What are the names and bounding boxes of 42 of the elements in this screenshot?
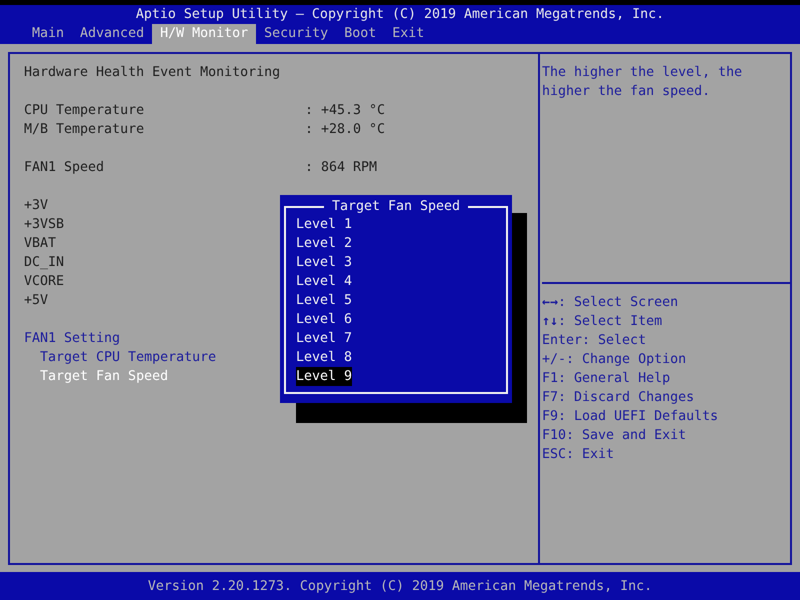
- info-label: +3VSB: [24, 216, 64, 234]
- level-option[interactable]: Level 2: [296, 234, 352, 253]
- key-hint: ←→: Select Screen: [542, 294, 678, 312]
- level-option[interactable]: Level 1: [296, 215, 352, 234]
- info-label: VCORE: [24, 273, 64, 291]
- key-hint: F9: Load UEFI Defaults: [542, 408, 718, 426]
- key-hint: F10: Save and Exit: [542, 427, 686, 445]
- reading-label: M/B Temperature: [24, 121, 146, 139]
- level-option[interactable]: Level 5: [296, 291, 352, 310]
- level-option[interactable]: Level 3: [296, 253, 352, 272]
- level-option[interactable]: Level 4: [296, 272, 352, 291]
- key-hint: Enter: Select: [542, 332, 646, 350]
- info-label: VBAT: [24, 235, 56, 253]
- menu-tab[interactable]: Main: [24, 24, 72, 44]
- info-label: +5V: [24, 292, 48, 310]
- reading-value: : +45.3 °C: [305, 102, 386, 120]
- help-text: The higher the level, the higher the fan speed.: [542, 64, 744, 101]
- menu-tab[interactable]: Security: [256, 24, 336, 44]
- level-option[interactable]: Level 7: [296, 329, 352, 348]
- reading-label: CPU Temperature: [24, 102, 146, 120]
- level-option[interactable]: Level 8: [296, 348, 352, 367]
- menu-tab[interactable]: Exit: [384, 24, 432, 44]
- reading-value: : +28.0 °C: [305, 121, 386, 139]
- key-hint: ↑↓: Select Item: [542, 313, 662, 331]
- info-label: +3V: [24, 197, 48, 215]
- key-hint: F1: General Help: [542, 370, 670, 388]
- level-option[interactable]: Level 9: [296, 367, 352, 386]
- section-heading: FAN1 Setting: [24, 330, 120, 348]
- info-label: DC_IN: [24, 254, 64, 272]
- version-text: Version 2.20.1273. Copyright (C) 2019 American Megatrends, Inc.: [148, 578, 652, 594]
- info-label: Hardware Health Event Monitoring: [24, 64, 280, 82]
- window-title: Aptio Setup Utility – Copyright (C) 2019 American Megatrends, Inc.: [136, 6, 664, 24]
- key-hint: ESC: Exit: [542, 446, 614, 464]
- level-option[interactable]: Level 6: [296, 310, 352, 329]
- menu-tab[interactable]: Advanced: [72, 24, 152, 44]
- reading-label: FAN1 Speed: [24, 159, 106, 177]
- setting-item[interactable]: Target CPU Temperature: [40, 348, 216, 367]
- menu-tab[interactable]: Boot: [336, 24, 384, 44]
- reading-value: : 864 RPM: [305, 159, 378, 177]
- popup-title: Target Fan Speed: [330, 199, 462, 215]
- key-hint: F7: Discard Changes: [542, 389, 694, 407]
- key-hint: +/-: Change Option: [542, 351, 686, 369]
